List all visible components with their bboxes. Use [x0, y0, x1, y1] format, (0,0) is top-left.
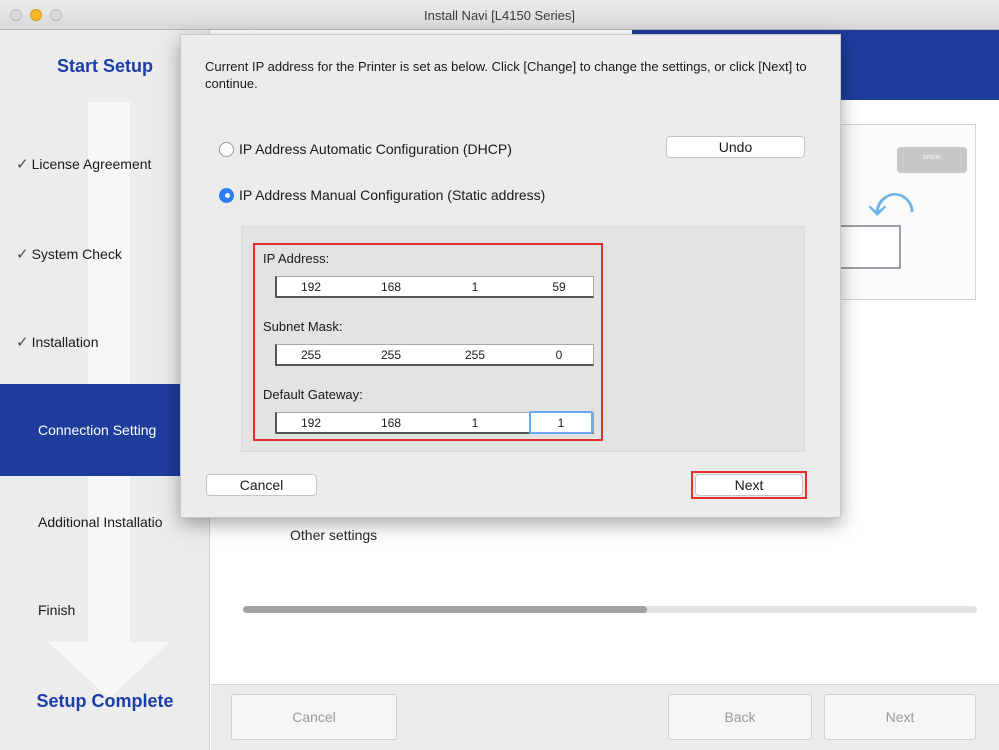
ip-config-dialog: Current IP address for the Printer is se…	[180, 34, 841, 518]
window-title: Install Navi [L4150 Series]	[423, 8, 576, 23]
step-system-check: ✓ System Check	[0, 208, 209, 300]
printer-icon: EPSON	[897, 147, 967, 173]
step-label: Installation	[31, 334, 99, 350]
checkmark-icon: ✓	[16, 246, 29, 263]
step-additional-installation: Additional Installatio	[0, 476, 209, 568]
step-label: Additional Installatio	[38, 514, 163, 530]
step-connection-setting: Connection Setting	[0, 384, 209, 476]
install-progress-bar	[243, 606, 977, 613]
cancel-button[interactable]: Cancel	[231, 694, 397, 740]
step-finish: Finish	[0, 564, 209, 656]
dialog-message: Current IP address for the Printer is se…	[205, 59, 807, 91]
checkmark-icon: ✓	[16, 156, 29, 173]
step-label: Connection Setting	[38, 422, 157, 438]
back-button[interactable]: Back	[668, 694, 812, 740]
step-label: License Agreement	[31, 156, 152, 172]
step-label: System Check	[31, 246, 122, 262]
step-installation: ✓ Installation	[0, 296, 209, 388]
curved-arrow-icon: ⤺	[867, 177, 915, 226]
dialog-cancel-button[interactable]: Cancel	[206, 474, 317, 496]
dhcp-option[interactable]: IP Address Automatic Configuration (DHCP…	[219, 141, 512, 157]
setup-steps-sidebar: Start Setup ✓ License Agreement ✓ System…	[0, 30, 210, 750]
static-radio[interactable]	[219, 187, 234, 203]
setup-complete-heading: Setup Complete	[36, 691, 174, 711]
static-label: IP Address Manual Configuration (Static …	[239, 187, 546, 203]
next-button[interactable]: Next	[824, 694, 976, 740]
laptop-icon	[831, 225, 901, 269]
undo-button[interactable]: Undo	[666, 136, 805, 158]
title-bar: Install Navi [L4150 Series]	[0, 0, 999, 30]
checkmark-icon: ✓	[16, 334, 29, 351]
dhcp-radio[interactable]	[219, 141, 234, 157]
fields-highlight-box	[253, 243, 603, 441]
dhcp-label: IP Address Automatic Configuration (DHCP…	[239, 141, 512, 157]
step-license-agreement: ✓ License Agreement	[0, 118, 209, 210]
step-label: Finish	[38, 602, 76, 618]
start-setup-heading: Start Setup	[56, 56, 153, 76]
other-settings-link[interactable]: Other settings	[290, 527, 377, 543]
dialog-next-button[interactable]: Next	[695, 474, 803, 496]
printer-brand-label: EPSON	[923, 155, 941, 161]
install-progress-fill	[243, 606, 647, 613]
static-option[interactable]: IP Address Manual Configuration (Static …	[219, 187, 545, 203]
